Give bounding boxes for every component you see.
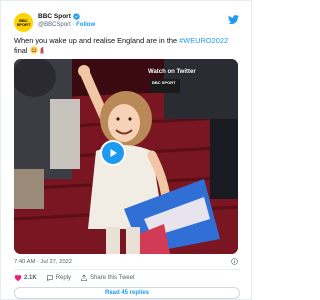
account-name-row[interactable]: BBC Sport bbox=[38, 13, 80, 20]
share-label: Share this Tweet bbox=[90, 275, 135, 281]
avatar-text: BBC SPORT bbox=[16, 17, 31, 27]
reply-icon bbox=[46, 275, 53, 282]
account-name[interactable]: BBC Sport bbox=[38, 13, 71, 20]
play-icon bbox=[110, 149, 117, 157]
lipstick-icon bbox=[40, 46, 44, 54]
hashtag-link[interactable]: #WEURO2022 bbox=[179, 36, 228, 45]
share-button[interactable]: Share this Tweet bbox=[80, 274, 135, 282]
tweet-text-start: When you wake up and realise England are… bbox=[14, 36, 180, 45]
read-replies-button[interactable]: Read 45 replies bbox=[14, 287, 240, 299]
video-player[interactable]: Watch on Twitter BBC SPORT bbox=[14, 59, 238, 254]
verified-badge-icon bbox=[72, 13, 80, 20]
like-count: 2.1K bbox=[24, 275, 37, 281]
tweet-timestamp[interactable]: 7:40 AM · Jul 27, 2022 bbox=[14, 259, 72, 265]
info-icon[interactable] bbox=[231, 258, 238, 265]
watch-on-twitter-label[interactable]: Watch on Twitter bbox=[148, 69, 196, 75]
smiling-face-icon bbox=[29, 46, 38, 54]
account-handle[interactable]: @BBCSport bbox=[38, 22, 71, 28]
share-icon bbox=[81, 274, 88, 281]
twitter-bird-icon[interactable] bbox=[228, 14, 239, 25]
like-button[interactable]: 2.1K bbox=[14, 274, 37, 282]
tweet-actions: 2.1K Reply Share this Tweet bbox=[14, 273, 144, 283]
play-button[interactable] bbox=[100, 140, 126, 166]
follow-link[interactable]: Follow bbox=[76, 22, 95, 28]
bbc-sport-badge: BBC SPORT bbox=[150, 79, 180, 93]
handle-row: @BBCSport · Follow bbox=[38, 22, 95, 28]
separator-dot: · bbox=[72, 22, 75, 28]
heart-icon bbox=[14, 275, 22, 282]
reply-button[interactable]: Reply bbox=[46, 274, 71, 282]
tweet-card: BBC SPORT BBC Sport @BBCSport · Follow W… bbox=[0, 0, 252, 300]
reply-label: Reply bbox=[55, 275, 72, 281]
divider bbox=[14, 269, 240, 270]
tweet-text: When you wake up and realise England are… bbox=[14, 36, 236, 56]
avatar[interactable]: BBC SPORT bbox=[14, 13, 33, 32]
tweet-text-end: final bbox=[14, 46, 30, 55]
video-thumbnail bbox=[14, 59, 238, 254]
